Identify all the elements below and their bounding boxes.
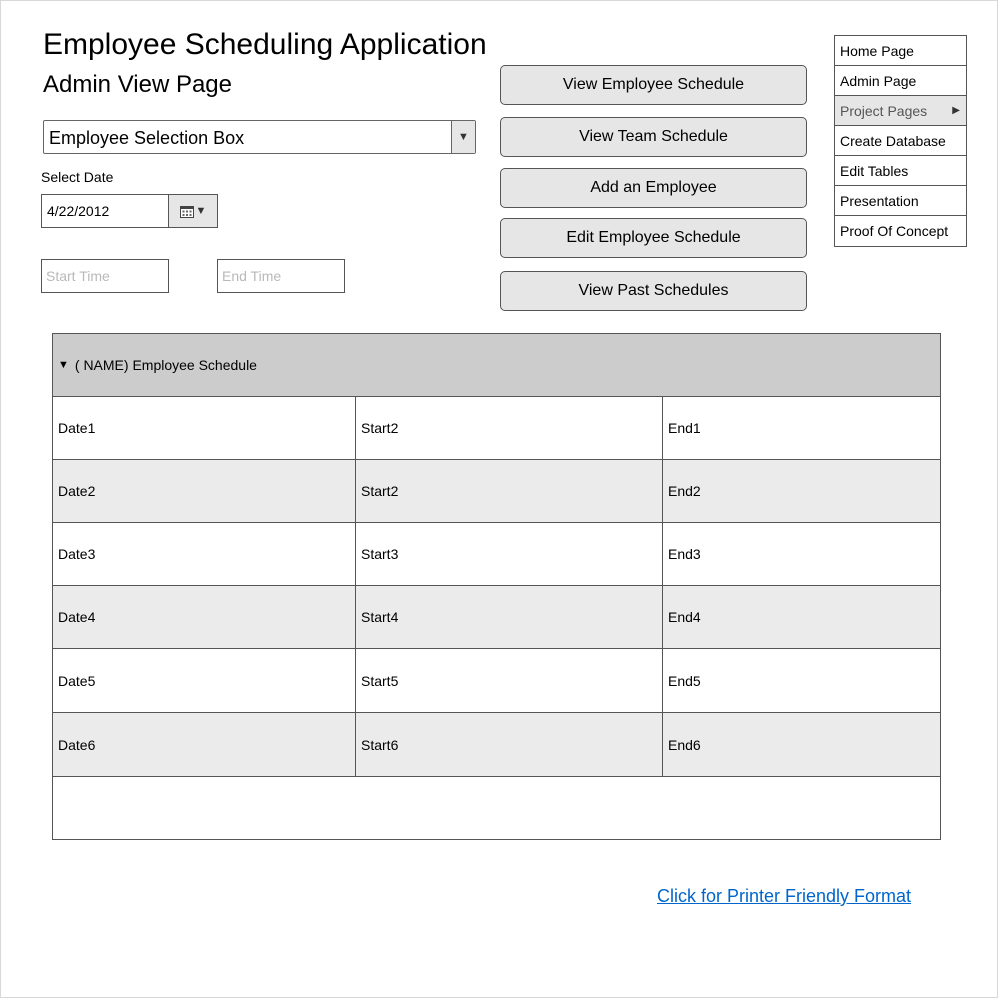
view-past-schedules-button[interactable]: View Past Schedules [500, 271, 807, 311]
end-cell: End1 [668, 420, 701, 436]
date-cell: Date6 [53, 713, 356, 776]
start-cell: Start3 [356, 523, 663, 585]
date-cell: Date4 [53, 586, 356, 648]
date-cell: Date3 [53, 523, 356, 585]
date-cell: Date5 [53, 649, 356, 712]
nav-item-home-page[interactable]: Home Page [835, 36, 966, 66]
date-value: 4/22/2012 [47, 203, 110, 219]
nav-item-label: Project Pages [840, 103, 928, 119]
schedule-table-header[interactable]: ▼ ( NAME) Employee Schedule [53, 334, 940, 397]
calendar-button[interactable]: ▼ [168, 195, 217, 227]
nav-item-proof-of-concept[interactable]: Proof Of Concept [835, 216, 966, 246]
add-employee-button[interactable]: Add an Employee [500, 168, 807, 208]
collapse-triangle-icon[interactable]: ▼ [58, 359, 69, 371]
nav-item-admin-page[interactable]: Admin Page [835, 66, 966, 96]
end-time-input[interactable] [217, 259, 345, 293]
schedule-table: ▼ ( NAME) Employee Schedule Date1 Start2… [52, 333, 941, 840]
chevron-right-icon: ▶ [952, 105, 960, 116]
table-row: Date2 Start2 End2 [53, 460, 940, 523]
end-cell: End2 [668, 483, 701, 499]
date-picker[interactable]: 4/22/2012 ▼ [41, 194, 218, 228]
employee-select-value: Employee Selection Box [49, 128, 245, 148]
start-time-input[interactable] [41, 259, 169, 293]
edit-employee-schedule-button[interactable]: Edit Employee Schedule [500, 218, 807, 258]
date-cell: Date2 [53, 460, 356, 522]
nav-item-presentation[interactable]: Presentation [835, 186, 966, 216]
nav-menu: Home Page Admin Page Project Pages ▶ Cre… [834, 35, 967, 247]
table-row: Date4 Start4 End4 [53, 586, 940, 649]
page-subtitle: Admin View Page [43, 71, 232, 98]
chevron-down-icon[interactable]: ▼ [451, 121, 475, 153]
nav-item-project-pages[interactable]: Project Pages ▶ [835, 96, 966, 126]
end-cell: End4 [668, 609, 701, 625]
nav-item-edit-tables[interactable]: Edit Tables [835, 156, 966, 186]
calendar-icon [179, 205, 194, 218]
table-row: Date6 Start6 End6 [53, 713, 940, 777]
start-cell: Start4 [356, 586, 663, 648]
date-cell: Date1 [53, 397, 356, 459]
schedule-table-title: ( NAME) Employee Schedule [74, 357, 257, 373]
start-cell: Start6 [356, 713, 663, 776]
select-date-label: Select Date [41, 169, 114, 185]
end-cell: End5 [668, 672, 701, 689]
table-row: Date3 Start3 End3 [53, 523, 940, 586]
start-cell: Start5 [356, 649, 663, 712]
table-row: Date1 Start2 End1 [53, 397, 940, 460]
employee-select[interactable]: Employee Selection Box ▼ [43, 120, 476, 154]
table-row: Date5 Start5 End5 [53, 649, 940, 713]
view-employee-schedule-button[interactable]: View Employee Schedule [500, 65, 807, 105]
start-cell: Start2 [356, 460, 663, 522]
chevron-down-icon: ▼ [195, 205, 207, 217]
view-team-schedule-button[interactable]: View Team Schedule [500, 117, 807, 157]
end-cell: End6 [668, 736, 701, 753]
start-cell: Start2 [356, 397, 663, 459]
app-title: Employee Scheduling Application [43, 28, 487, 61]
end-cell: End3 [668, 546, 701, 562]
printer-friendly-link[interactable]: Click for Printer Friendly Format [657, 886, 911, 907]
nav-item-create-database[interactable]: Create Database [835, 126, 966, 156]
